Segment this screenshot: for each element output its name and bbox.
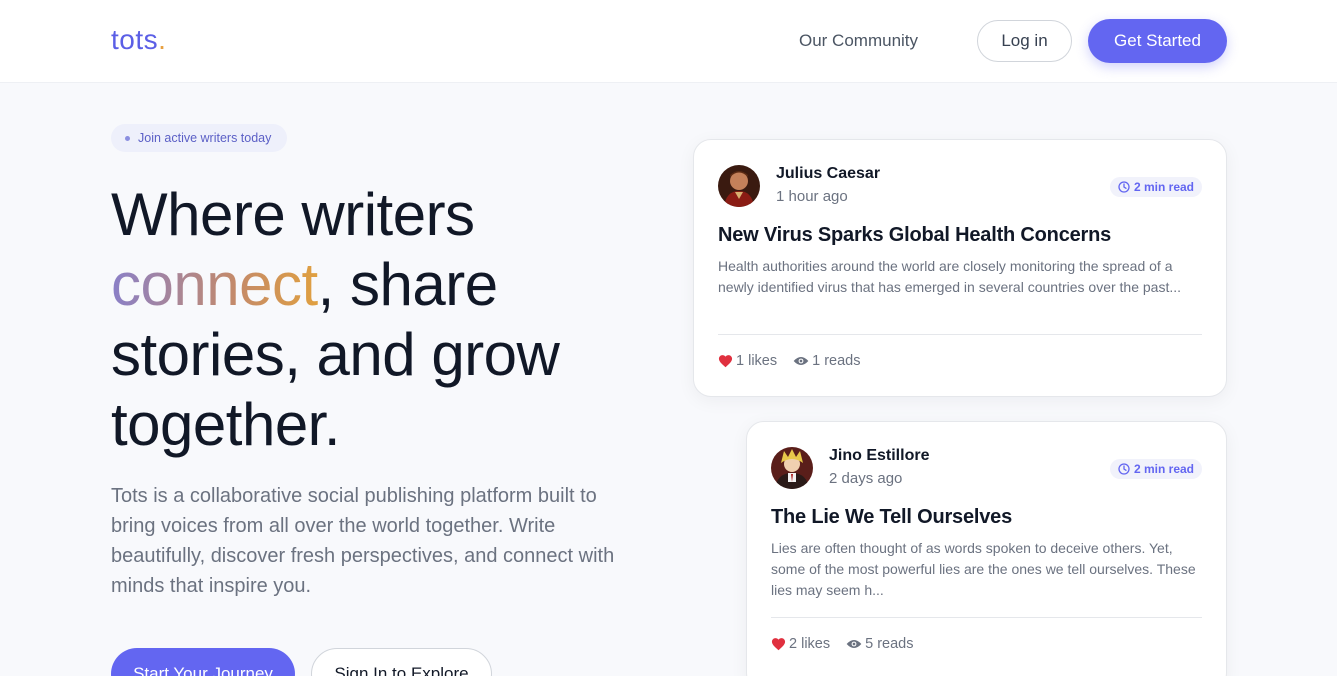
get-started-button[interactable]: Get Started: [1088, 19, 1227, 63]
avatar[interactable]: [718, 165, 760, 207]
divider: [718, 334, 1202, 335]
reads-stat: 1 reads: [793, 353, 860, 369]
logo[interactable]: tots.: [111, 24, 166, 56]
eye-icon: [793, 357, 809, 365]
likes-count: 1 likes: [736, 353, 778, 369]
reads-count: 1 reads: [812, 353, 861, 369]
clock-icon: [1118, 463, 1130, 475]
post-card[interactable]: Julius Caesar 1 hour ago 2 min read New …: [693, 139, 1227, 397]
post-card[interactable]: Jino Estillore 2 days ago 2 min read The…: [746, 421, 1227, 676]
reads-stat: 5 reads: [846, 636, 913, 652]
heart-icon: [771, 638, 786, 651]
post-excerpt: Health authorities around the world are …: [718, 258, 1182, 295]
read-time-badge: 2 min read: [1109, 177, 1202, 197]
heart-icon: [718, 355, 733, 368]
sign-in-explore-button[interactable]: Sign In to Explore: [311, 648, 492, 676]
post-excerpt: Lies are often thought of as words spoke…: [771, 540, 1196, 598]
hero-description: Tots is a collaborative social publishin…: [111, 485, 615, 597]
author-name[interactable]: Jino Estillore: [829, 447, 929, 465]
post-time: 1 hour ago: [776, 188, 848, 205]
hero-title-after-accent: , share: [317, 251, 498, 318]
hero-badge-label: Join active writers today: [138, 131, 272, 145]
avatar-portrait-icon: [718, 165, 760, 207]
hero-title: Where writers connect, share stories, an…: [111, 180, 671, 460]
reads-count: 5 reads: [865, 636, 914, 652]
read-time-label: 2 min read: [1133, 462, 1194, 476]
post-title[interactable]: New Virus Sparks Global Health Concerns: [718, 224, 1111, 247]
start-journey-button[interactable]: Start Your Journey: [111, 648, 295, 676]
likes-count: 2 likes: [789, 636, 831, 652]
hero-badge: Join active writers today: [111, 124, 288, 152]
post-title[interactable]: The Lie We Tell Ourselves: [771, 506, 1012, 529]
logo-text: tots: [111, 24, 159, 55]
eye-icon: [846, 640, 862, 648]
logo-dot: .: [158, 24, 167, 55]
avatar[interactable]: [771, 447, 813, 489]
post-time: 2 days ago: [829, 470, 903, 487]
likes-stat[interactable]: 2 likes: [771, 636, 830, 652]
hero-title-accent: connect: [111, 251, 318, 318]
hero-title-line1: Where writers: [111, 181, 475, 248]
post-stats: 2 likes 5 reads: [771, 636, 929, 652]
login-button[interactable]: Log in: [977, 20, 1072, 62]
read-time-badge: 2 min read: [1109, 459, 1202, 479]
hero-title-line3: stories, and grow: [111, 321, 560, 388]
clock-icon: [1118, 181, 1130, 193]
author-name[interactable]: Julius Caesar: [776, 165, 880, 183]
post-stats: 1 likes 1 reads: [718, 353, 876, 369]
dot-icon: [125, 135, 130, 141]
read-time-label: 2 min read: [1133, 180, 1194, 194]
divider: [771, 617, 1202, 618]
top-nav: tots. Our Community Log in Get Started: [0, 0, 1337, 83]
hero-title-line4: together.: [111, 391, 341, 458]
likes-stat[interactable]: 1 likes: [718, 353, 777, 369]
nav-link-community[interactable]: Our Community: [799, 31, 918, 51]
avatar-anime-icon: [771, 447, 813, 489]
